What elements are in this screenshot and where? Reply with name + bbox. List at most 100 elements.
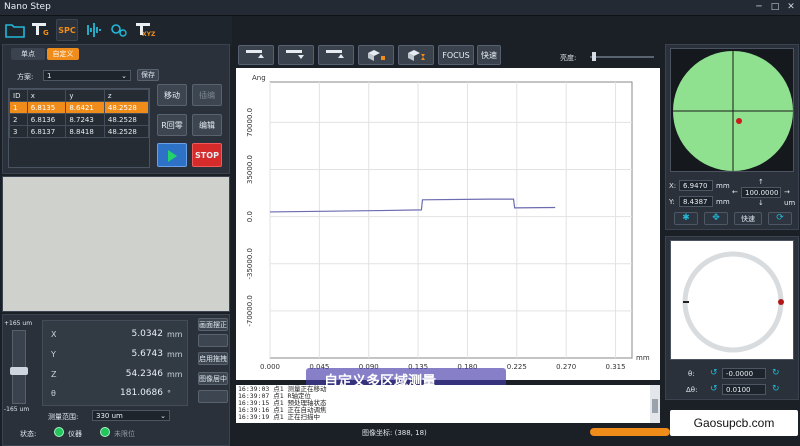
xy-x-label: X:: [669, 182, 677, 190]
rotation-ring: [682, 251, 784, 353]
step-cw-icon[interactable]: ↻: [772, 384, 780, 394]
x-label: X: [51, 330, 57, 339]
range-select[interactable]: 330 um ⌄: [92, 410, 170, 421]
goto-xyz-button[interactable]: XYZ: [134, 19, 156, 41]
dtheta-field[interactable]: 0.0100: [722, 384, 766, 395]
insert-button[interactable]: 插编: [192, 84, 222, 106]
cell: 6.8136: [26, 113, 67, 126]
rotation-marker: [778, 299, 784, 305]
xy-x-field[interactable]: 6.9470: [679, 180, 713, 191]
instrument-label: 仪器: [68, 430, 82, 438]
g-label: G: [43, 29, 49, 37]
brightness-label: 亮度:: [560, 54, 577, 62]
y-tick-label: 35000.0: [246, 155, 254, 184]
log-scroll-thumb[interactable]: [652, 399, 658, 413]
stop-button[interactable]: STOP: [192, 143, 222, 167]
plot-area: [269, 81, 633, 359]
brightness-slider[interactable]: [590, 52, 654, 61]
flatten-button[interactable]: 画面摆正: [198, 318, 228, 331]
slider-handle[interactable]: [10, 367, 28, 375]
cell: 3: [9, 125, 28, 138]
gear-icon: ✱: [682, 213, 690, 223]
y-unit: mm: [167, 350, 183, 359]
z-slider[interactable]: [10, 330, 28, 404]
save-button[interactable]: 保存: [137, 69, 159, 81]
open-folder-icon[interactable]: [4, 19, 26, 41]
fast-button[interactable]: 快速: [477, 45, 501, 65]
unlimited-status-indicator: [100, 427, 110, 437]
rotate-cw-icon[interactable]: ↻: [772, 368, 780, 378]
enable-drag-button[interactable]: 启用拖拽: [198, 352, 228, 365]
xy-y-field[interactable]: 8.4387: [679, 196, 713, 207]
rotation-view[interactable]: [670, 240, 794, 360]
blank-side-button-2[interactable]: [198, 390, 228, 403]
y-tick-label: 70000.0: [246, 108, 254, 137]
cell: 8.6421: [65, 101, 105, 114]
log-line: 16:39:19 点1 正在扫描中: [238, 413, 321, 421]
timer-button[interactable]: [398, 45, 434, 65]
brightness-handle[interactable]: [592, 52, 596, 61]
tab-custom[interactable]: 自定义: [47, 48, 79, 60]
table-header-row: ID x y z: [9, 89, 150, 102]
cell: 6.8135: [26, 101, 67, 114]
cell: 8.7243: [65, 113, 105, 126]
table-row[interactable]: 2 6.8136 8.7243 48.2528: [9, 113, 150, 126]
chevron-down-icon: ⌄: [160, 412, 166, 420]
goto-g-button[interactable]: G: [30, 19, 52, 41]
plan-select[interactable]: 1 ⌄: [43, 70, 131, 81]
table-row[interactable]: 1 6.8135 8.6421 48.2528: [9, 101, 150, 114]
xy-refresh-button[interactable]: ⟳: [768, 212, 792, 225]
arrow-right-icon[interactable]: →: [784, 188, 790, 196]
image-coords: 图像坐标: (388, 18): [362, 429, 427, 437]
rotate-ccw-icon[interactable]: ↺: [710, 368, 718, 378]
tab-single-point[interactable]: 单点: [11, 48, 45, 60]
arrow-down-icon[interactable]: ↓: [758, 199, 764, 207]
run-button[interactable]: [157, 143, 187, 167]
step-ccw-icon[interactable]: ↺: [710, 384, 718, 394]
close-icon[interactable]: ✕: [784, 2, 798, 13]
log-scrollbar[interactable]: [650, 385, 660, 423]
home-z-button[interactable]: [318, 45, 354, 65]
chevron-down-icon: ⌄: [121, 72, 127, 80]
focus-button[interactable]: FOCUS: [438, 45, 474, 65]
y-axis-label: Ang: [252, 74, 266, 82]
center-image-button[interactable]: 图像居中: [198, 372, 228, 385]
step-unit: um: [784, 199, 796, 207]
instrument-status-indicator: [54, 427, 64, 437]
watermark: Gaosupcb.com: [670, 410, 798, 436]
status-label: 状态:: [20, 430, 37, 438]
spc-button[interactable]: SPC: [56, 19, 78, 41]
table-row[interactable]: 3 6.8137 8.8418 48.2528: [9, 125, 150, 138]
range-label: 测量范围:: [48, 413, 79, 421]
arrow-left-icon[interactable]: ←: [732, 188, 738, 196]
move-icon: ✥: [712, 213, 720, 223]
theta-label: θ: [51, 389, 56, 398]
blank-side-button-1[interactable]: [198, 334, 228, 347]
app-title: Nano Step: [4, 2, 51, 12]
move-down-button[interactable]: [278, 45, 314, 65]
range-value: 330 um: [96, 412, 123, 420]
xy-fast-button[interactable]: 快速: [734, 212, 762, 225]
unlimited-label: 未限位: [114, 430, 135, 438]
arrow-up-icon[interactable]: ↑: [758, 178, 764, 186]
r-zero-button[interactable]: R回零: [157, 114, 187, 136]
position-marker: [736, 118, 742, 124]
load-sample-button[interactable]: [358, 45, 394, 65]
maximize-icon[interactable]: □: [768, 2, 782, 13]
edit-button[interactable]: 编辑: [192, 114, 222, 136]
plan-value: 1: [47, 72, 52, 80]
move-up-button[interactable]: [238, 45, 274, 65]
waveform-icon[interactable]: [82, 19, 104, 41]
xy-step-field[interactable]: 100.0000: [741, 187, 781, 198]
camera-view[interactable]: [2, 176, 230, 312]
minimize-icon[interactable]: ─: [752, 2, 766, 13]
profile-chart: 0.000 0.045 0.090 0.135 0.180 0.225 0.270 0.315…: [236, 68, 660, 380]
xy-center-button[interactable]: ✥: [704, 212, 728, 225]
theta-field[interactable]: -0.0000: [722, 368, 766, 379]
col-y: y: [65, 89, 105, 102]
gears-icon[interactable]: [108, 19, 130, 41]
coordinate-readout: X 5.0342 mm Y 5.6743 mm Z 54.2346 mm θ 1…: [42, 320, 188, 406]
xy-map[interactable]: [670, 48, 794, 172]
xy-home-button[interactable]: ✱: [674, 212, 698, 225]
move-button[interactable]: 移动: [157, 84, 187, 106]
